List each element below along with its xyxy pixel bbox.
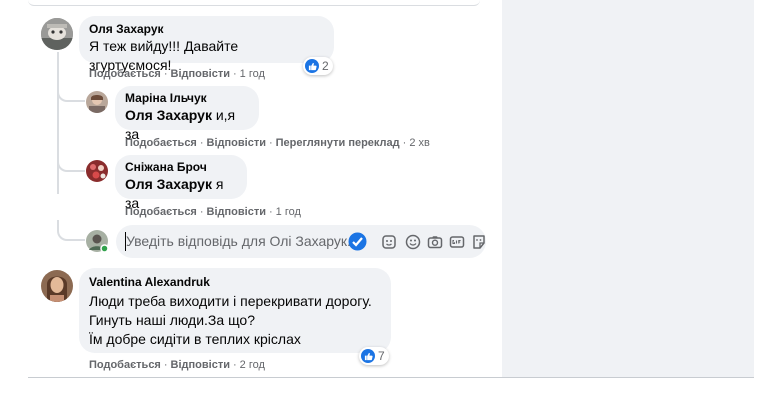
timestamp[interactable]: 1 год (276, 206, 301, 218)
like-button[interactable]: Подобається (89, 68, 161, 80)
like-button[interactable]: Подобається (125, 137, 197, 149)
reply-bubble: Сніжана Броч Оля Захарук я за (115, 155, 247, 211)
reply-button[interactable]: Відповісти (171, 359, 230, 371)
comment-bubble: Оля Захарук Я теж вийду!!! Давайте згурт… (79, 16, 334, 73)
reply-input[interactable]: Уведіть відповідь для Олі Захарук. (116, 225, 486, 258)
avatar[interactable] (86, 160, 108, 182)
comment-actions: Подобається · Відповісти · 1 год (89, 68, 265, 80)
reply-input-placeholder: Уведіть відповідь для Олі Захарук. (126, 233, 351, 249)
like-button[interactable]: Подобається (125, 206, 197, 218)
reaction-count-value: 7 (378, 349, 385, 363)
emoji-icon[interactable] (404, 233, 421, 250)
avatar[interactable] (86, 91, 108, 113)
see-translation-button[interactable]: Переглянути переклад (276, 137, 400, 149)
comment-text-line: Гинуть наші люди.За що? (89, 312, 255, 328)
reaction-count-value: 2 (322, 59, 329, 73)
avatar[interactable] (41, 18, 73, 50)
previous-post-edge (28, 0, 480, 6)
sticker-face-icon[interactable] (470, 233, 487, 250)
comment-author[interactable]: Сніжана Броч (125, 160, 237, 175)
comment-text-line: Люди треба виходити і перекривати дорогу… (89, 293, 372, 309)
comment-author[interactable]: Valentina Alexandruk (89, 275, 381, 290)
reaction-count[interactable]: 2 (303, 57, 333, 75)
comment-actions: Подобається · Відповісти · 2 год (89, 359, 265, 371)
gif-icon[interactable] (448, 233, 465, 250)
like-icon (361, 349, 375, 363)
comment-author[interactable]: Маріна Ільчук (125, 91, 249, 106)
reply-bubble: Маріна Ільчук Оля Захарук и,я за (115, 86, 259, 142)
timestamp[interactable]: 2 хв (409, 137, 430, 149)
timestamp[interactable]: 1 год (240, 68, 265, 80)
reply-button[interactable]: Відповісти (207, 206, 266, 218)
current-user-avatar[interactable] (86, 230, 109, 253)
thread-connector (57, 150, 85, 172)
comment-author[interactable]: Оля Захарук (89, 22, 324, 37)
reaction-count[interactable]: 7 (359, 347, 389, 365)
sticker-icon[interactable] (380, 233, 397, 250)
comment-actions: Подобається · Відповісти · 1 год (125, 206, 301, 218)
avatar-sticker-icon[interactable] (348, 232, 367, 251)
divider (28, 377, 754, 378)
right-side-panel (502, 0, 754, 378)
reply-button[interactable]: Відповісти (171, 68, 230, 80)
comment-text-line: Їм добре сидіти в теплих кріслах (89, 331, 301, 347)
reply-button[interactable]: Відповісти (207, 137, 266, 149)
mention-link[interactable]: Оля Захарук (125, 107, 212, 123)
like-icon (305, 59, 319, 73)
camera-icon[interactable] (426, 233, 443, 250)
comment-bubble: Valentina Alexandruk Люди треба виходити… (79, 268, 391, 353)
comment-feed: Оля Захарук Я теж вийду!!! Давайте згурт… (0, 0, 502, 378)
like-button[interactable]: Подобається (89, 359, 161, 371)
mention-link[interactable]: Оля Захарук (125, 176, 212, 192)
thread-connector (57, 220, 85, 241)
thread-connector (57, 80, 85, 102)
timestamp[interactable]: 2 год (240, 359, 265, 371)
thread-line (57, 52, 59, 194)
comment-actions: Подобається · Відповісти · Переглянути перек… (125, 137, 430, 149)
avatar[interactable] (41, 270, 73, 302)
